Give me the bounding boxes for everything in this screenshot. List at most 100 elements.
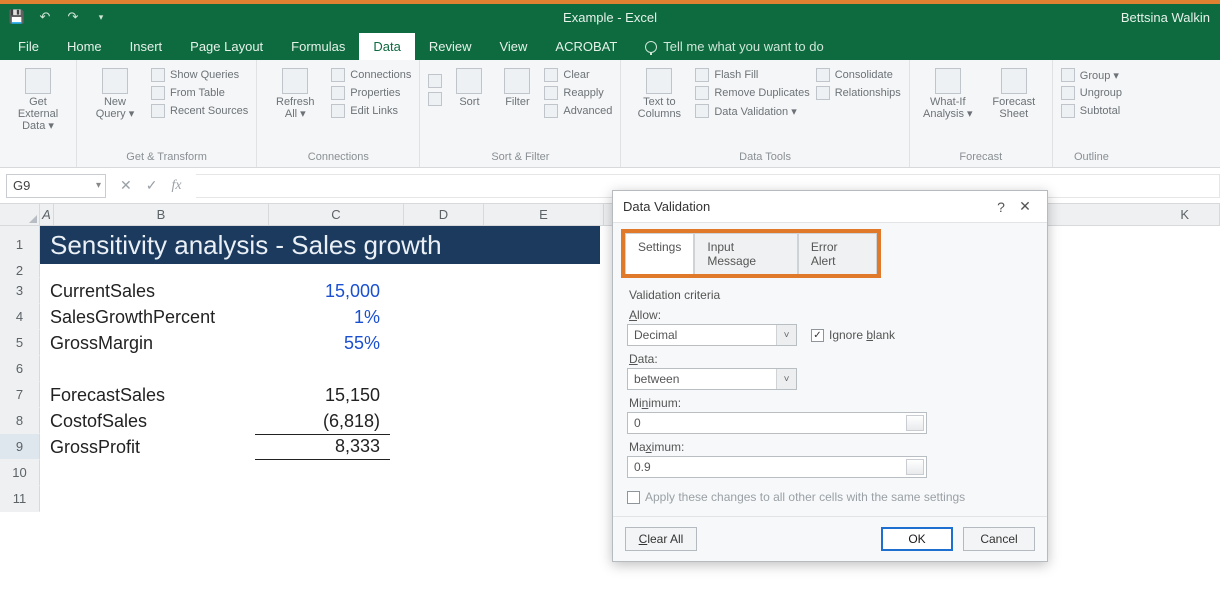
ignore-blank-checkbox[interactable]: ✓Ignore blank <box>811 328 895 342</box>
tab-input-message[interactable]: Input Message <box>694 233 797 274</box>
cell-b3[interactable]: CurrentSales <box>40 281 255 302</box>
data-validation-button[interactable]: Data Validation ▾ <box>695 104 809 118</box>
whatif-button[interactable]: What-If Analysis ▾ <box>918 64 978 120</box>
advanced-icon <box>544 104 558 118</box>
remove-duplicates-button[interactable]: Remove Duplicates <box>695 86 809 100</box>
col-header-c[interactable]: C <box>269 204 404 225</box>
data-dropdown[interactable]: between˅ <box>627 368 797 390</box>
ok-button[interactable]: OK <box>881 527 953 551</box>
tab-acrobat[interactable]: ACROBAT <box>541 33 631 60</box>
filter-button[interactable]: Filter <box>496 64 538 108</box>
refresh-all-button[interactable]: Refresh All ▾ <box>265 64 325 120</box>
cell-c4[interactable]: 1% <box>255 307 390 328</box>
row-header-2[interactable]: 2 <box>0 264 40 278</box>
maximum-label: Maximum: <box>629 440 1033 454</box>
range-select-icon[interactable] <box>906 415 924 431</box>
recent-sources-button[interactable]: Recent Sources <box>151 104 248 118</box>
dialog-title-bar[interactable]: Data Validation ? ✕ <box>613 191 1047 223</box>
row-header-7[interactable]: 7 <box>0 382 40 408</box>
tab-file[interactable]: File <box>4 33 53 60</box>
sort-desc-button[interactable] <box>428 92 442 106</box>
apply-all-checkbox[interactable]: Apply these changes to all other cells w… <box>627 490 1033 504</box>
col-header-e[interactable]: E <box>484 204 604 225</box>
relationships-button[interactable]: Relationships <box>816 86 901 100</box>
row-header-9[interactable]: 9 <box>0 434 40 460</box>
new-query-button[interactable]: New Query ▾ <box>85 64 145 120</box>
cell-b9[interactable]: GrossProfit <box>40 437 255 458</box>
tab-data[interactable]: Data <box>359 33 414 60</box>
undo-icon[interactable]: ↶ <box>36 8 54 26</box>
remove-dup-icon <box>695 86 709 100</box>
cancel-button[interactable]: Cancel <box>963 527 1035 551</box>
clear-icon <box>544 68 558 82</box>
forecast-sheet-button[interactable]: Forecast Sheet <box>984 64 1044 120</box>
group-button[interactable]: Group ▾ <box>1061 68 1122 82</box>
show-queries-button[interactable]: Show Queries <box>151 68 248 82</box>
fx-icon[interactable]: fx <box>171 178 181 194</box>
reapply-button[interactable]: Reapply <box>544 86 612 100</box>
cell-b4[interactable]: SalesGrowthPercent <box>40 307 255 328</box>
tab-error-alert[interactable]: Error Alert <box>798 233 877 274</box>
tab-page-layout[interactable]: Page Layout <box>176 33 277 60</box>
save-icon[interactable]: 💾 <box>8 8 26 26</box>
row-header-6[interactable]: 6 <box>0 356 40 382</box>
from-table-button[interactable]: From Table <box>151 86 248 100</box>
help-button[interactable]: ? <box>989 199 1013 215</box>
properties-button[interactable]: Properties <box>331 86 411 100</box>
cell-b8[interactable]: CostofSales <box>40 411 255 432</box>
close-button[interactable]: ✕ <box>1013 198 1037 215</box>
subtotal-button[interactable]: Subtotal <box>1061 104 1122 118</box>
advanced-button[interactable]: Advanced <box>544 104 612 118</box>
cell-c9[interactable]: 8,333 <box>255 434 390 460</box>
row-header-8[interactable]: 8 <box>0 408 40 434</box>
cell-c7[interactable]: 15,150 <box>255 385 390 406</box>
title-cell[interactable]: Sensitivity analysis - Sales growth <box>40 226 600 264</box>
col-header-d[interactable]: D <box>404 204 484 225</box>
col-header-a[interactable]: A <box>40 204 54 225</box>
minimum-input[interactable]: 0 <box>627 412 927 434</box>
row-header-4[interactable]: 4 <box>0 304 40 330</box>
sort-button[interactable]: Sort <box>448 64 490 108</box>
tab-settings[interactable]: Settings <box>625 233 694 274</box>
ungroup-button[interactable]: Ungroup <box>1061 86 1122 100</box>
sort-asc-button[interactable] <box>428 74 442 88</box>
maximum-input[interactable]: 0.9 <box>627 456 927 478</box>
connections-button[interactable]: Connections <box>331 68 411 82</box>
cancel-formula-icon[interactable]: ✕ <box>120 177 132 194</box>
text-to-columns-button[interactable]: Text to Columns <box>629 64 689 120</box>
row-header-1[interactable]: 1 <box>0 226 40 264</box>
clear-button[interactable]: Clear <box>544 68 612 82</box>
tab-view[interactable]: View <box>485 33 541 60</box>
name-box[interactable]: G9 <box>6 174 106 198</box>
dialog-title: Data Validation <box>623 199 989 214</box>
tell-me[interactable]: Tell me what you want to do <box>631 33 837 60</box>
range-select-icon[interactable] <box>906 459 924 475</box>
row-header-3[interactable]: 3 <box>0 278 40 304</box>
tab-formulas[interactable]: Formulas <box>277 33 359 60</box>
get-external-data-button[interactable]: Get External Data ▾ <box>8 64 68 132</box>
select-all-corner[interactable] <box>0 204 40 225</box>
cell-c3[interactable]: 15,000 <box>255 281 390 302</box>
clear-all-button[interactable]: Clear All <box>625 527 697 551</box>
tab-home[interactable]: Home <box>53 33 116 60</box>
history-icon <box>151 104 165 118</box>
consolidate-button[interactable]: Consolidate <box>816 68 901 82</box>
row-header-5[interactable]: 5 <box>0 330 40 356</box>
quick-access-toolbar: 💾 ↶ ↷ ▾ <box>0 8 110 26</box>
row-header-10[interactable]: 10 <box>0 460 40 486</box>
tab-review[interactable]: Review <box>415 33 486 60</box>
edit-links-button[interactable]: Edit Links <box>331 104 411 118</box>
cell-b7[interactable]: ForecastSales <box>40 385 255 406</box>
qat-dropdown-icon[interactable]: ▾ <box>92 8 110 26</box>
cell-c5[interactable]: 55% <box>255 333 390 354</box>
redo-icon[interactable]: ↷ <box>64 8 82 26</box>
flash-fill-button[interactable]: Flash Fill <box>695 68 809 82</box>
enter-formula-icon[interactable]: ✓ <box>146 177 158 194</box>
row-header-11[interactable]: 11 <box>0 486 40 512</box>
col-header-b[interactable]: B <box>54 204 269 225</box>
cell-b5[interactable]: GrossMargin <box>40 333 255 354</box>
cell-c8[interactable]: (6,818) <box>255 411 390 432</box>
tab-insert[interactable]: Insert <box>116 33 177 60</box>
list-icon <box>151 68 165 82</box>
allow-dropdown[interactable]: Decimal˅ <box>627 324 797 346</box>
